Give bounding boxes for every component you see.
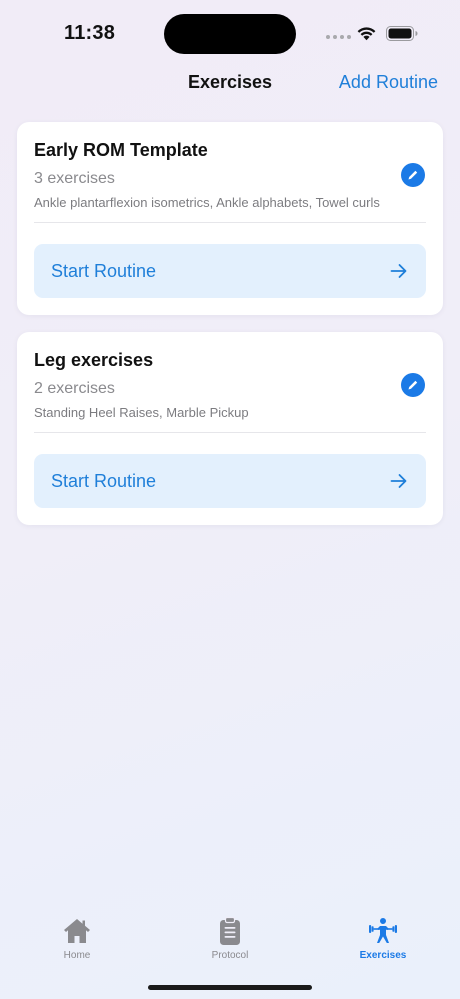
battery-icon: [386, 26, 418, 41]
house-icon: [64, 919, 90, 943]
status-bar: 11:38: [0, 0, 460, 66]
start-routine-label: Start Routine: [51, 261, 157, 281]
start-routine-button[interactable]: Start Routine: [34, 454, 426, 508]
routine-exercise-count: 2 exercises: [34, 380, 115, 397]
routine-card: Early ROM Template 3 exercises Ankle pla…: [17, 122, 443, 315]
arrow-right-icon: [390, 474, 407, 488]
tab-home[interactable]: Home: [17, 916, 137, 966]
routine-exercise-count: 3 exercises: [34, 170, 115, 187]
home-indicator: [148, 985, 312, 990]
edit-routine-button[interactable]: [401, 373, 425, 397]
weightlifter-icon: [369, 918, 397, 943]
dynamic-island: [164, 14, 296, 54]
edit-routine-button[interactable]: [401, 163, 425, 187]
tab-exercises[interactable]: Exercises: [323, 916, 443, 966]
start-routine-label: Start Routine: [51, 471, 157, 491]
card-divider: [34, 222, 426, 223]
routine-card: Leg exercises 2 exercises Standing Heel …: [17, 332, 443, 525]
routine-exercise-list: Ankle plantarflexion isometrics, Ankle a…: [34, 195, 380, 210]
clipboard-icon: [220, 916, 240, 945]
tab-protocol[interactable]: Protocol: [170, 916, 290, 966]
pencil-icon: [408, 380, 418, 390]
routine-title: Early ROM Template: [34, 140, 208, 160]
tab-protocol-label: Protocol: [211, 950, 249, 961]
routine-title: Leg exercises: [34, 350, 154, 370]
add-routine-button[interactable]: Add Routine: [339, 72, 438, 93]
tab-home-label: Home: [63, 950, 91, 961]
tab-exercises-label: Exercises: [359, 950, 407, 961]
arrow-right-icon: [390, 264, 407, 278]
cellular-signal-icon: [326, 35, 351, 39]
routine-exercise-list: Standing Heel Raises, Marble Pickup: [34, 405, 249, 420]
wifi-icon: [357, 27, 376, 41]
status-time: 11:38: [64, 22, 116, 44]
start-routine-button[interactable]: Start Routine: [34, 244, 426, 298]
card-divider: [34, 432, 426, 433]
pencil-icon: [408, 170, 418, 180]
